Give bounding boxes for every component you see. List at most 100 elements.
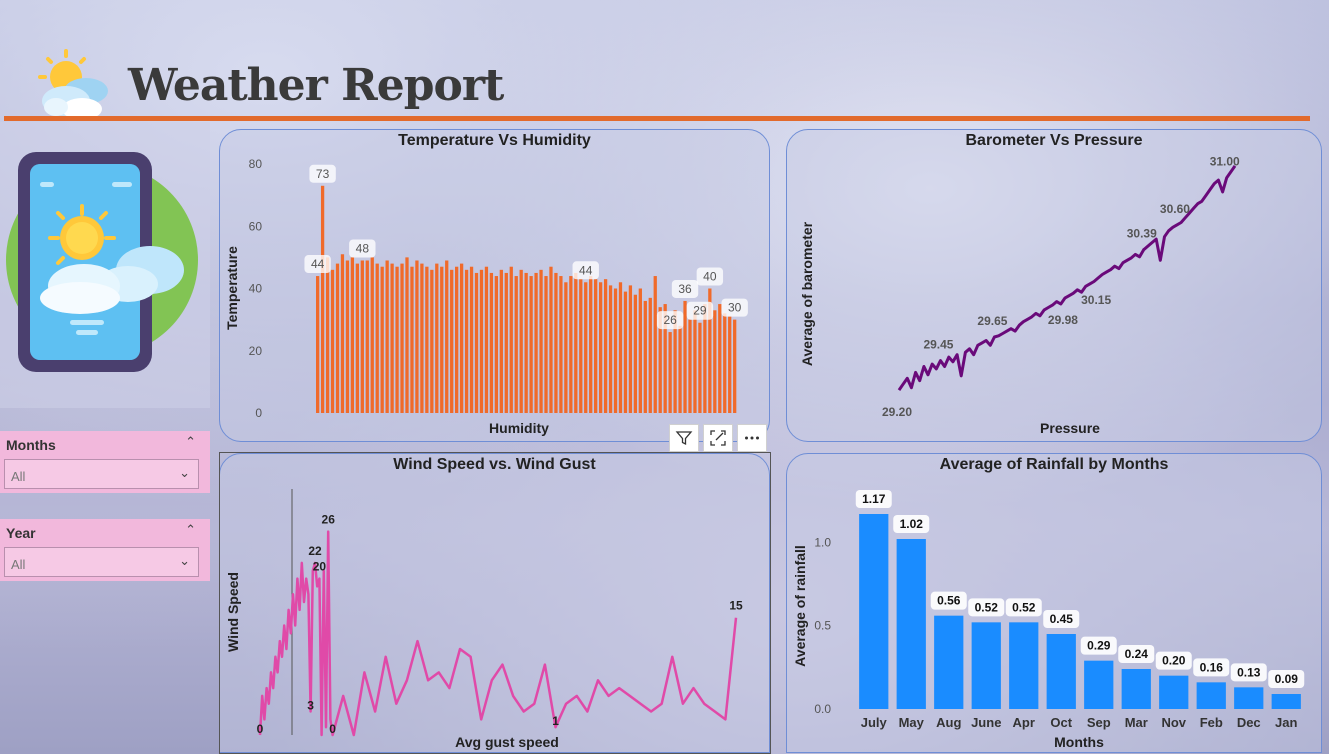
barometer-pressure-card[interactable]: Barometer Vs Pressure 29.20 29.45 29.65 29.…	[786, 129, 1322, 442]
bar	[464, 269, 469, 413]
data-label: 1.02	[900, 517, 924, 531]
bar	[390, 263, 394, 413]
bar	[618, 282, 623, 413]
bar	[574, 272, 578, 413]
bar	[455, 266, 459, 413]
x-tick-label: Sep	[1087, 715, 1111, 730]
bar	[459, 263, 464, 413]
bar	[934, 615, 964, 709]
report-header: Weather Report	[36, 48, 504, 122]
data-label: 29.65	[977, 314, 1007, 328]
bar	[584, 282, 588, 413]
data-label: 44	[579, 263, 593, 277]
bar	[628, 285, 633, 413]
data-label: 0.16	[1200, 660, 1224, 674]
y-axis-label: Temperature	[224, 246, 240, 330]
bar	[410, 266, 414, 413]
chevron-down-icon[interactable]: ⌄	[179, 554, 190, 569]
bar	[316, 276, 320, 413]
bar	[534, 272, 538, 413]
bar	[494, 276, 499, 413]
x-tick-label: July	[861, 715, 888, 730]
y-tick-label: 0.5	[814, 619, 831, 633]
data-label: 0	[257, 722, 264, 736]
x-tick-label: Aug	[936, 715, 961, 730]
bar	[733, 319, 737, 413]
bar	[440, 266, 444, 413]
data-label: 30.60	[1160, 202, 1190, 216]
x-tick-label: June	[971, 715, 1001, 730]
bar	[544, 276, 548, 413]
months-dropdown[interactable]: All ⌄	[4, 459, 199, 489]
bar	[355, 263, 359, 413]
bar	[598, 282, 603, 413]
chevron-up-icon[interactable]: ⌃	[185, 523, 196, 538]
chevron-up-icon[interactable]: ⌃	[185, 435, 196, 450]
rainfall-by-months-card[interactable]: Average of Rainfall by Months 0.0 0.5 1.0 1…	[786, 453, 1322, 753]
temperature-humidity-card[interactable]: Temperature Vs Humidity 0 20 40 60 80 44 73 48 4…	[219, 129, 770, 442]
data-label: 29	[693, 304, 707, 318]
data-label: 0.13	[1237, 665, 1261, 679]
data-label: 31.00	[1210, 155, 1240, 169]
bar	[365, 260, 369, 413]
chevron-down-icon[interactable]: ⌄	[179, 466, 190, 481]
bar	[430, 269, 434, 413]
visual-toolbar	[669, 424, 767, 452]
bar	[589, 276, 593, 413]
bar	[420, 263, 424, 413]
rainfall-by-months-chart[interactable]: 0.0 0.5 1.0 1.17 July 1.02 May 0.56 Aug 0.52 June 0…	[787, 454, 1322, 753]
x-axis-label: Pressure	[1040, 420, 1100, 436]
data-label: 73	[316, 167, 330, 181]
bar	[693, 310, 697, 413]
bar	[698, 322, 702, 413]
y-tick-label: 1.0	[814, 535, 831, 549]
wind-speed-gust-chart[interactable]: 0 3 22 20 26 0 1 15 Avg gust speed Wind Speed	[220, 454, 770, 753]
bar	[1159, 675, 1189, 709]
bar	[603, 279, 608, 413]
bar	[519, 269, 523, 413]
bar	[489, 272, 494, 413]
series-line	[897, 165, 1237, 391]
data-label: 0.45	[1050, 612, 1074, 626]
x-tick-label: Apr	[1013, 715, 1035, 730]
x-tick-label: Dec	[1237, 715, 1261, 730]
bar	[613, 288, 618, 413]
x-tick-label: Feb	[1200, 715, 1223, 730]
bar	[415, 260, 419, 413]
wind-speed-gust-card[interactable]: Wind Speed vs. Wind Gust 0 3 22 20 26 0 1 15 Avg…	[219, 453, 770, 753]
year-dropdown[interactable]: All ⌄	[4, 547, 199, 577]
filter-icon[interactable]	[669, 424, 699, 452]
y-axis-label: Wind Speed	[225, 572, 241, 652]
bar	[1234, 687, 1264, 709]
focus-mode-icon[interactable]	[703, 424, 733, 452]
bar	[524, 272, 528, 413]
year-slicer[interactable]: Year ⌃ All ⌄	[0, 519, 210, 581]
temperature-humidity-chart[interactable]: 020406080447348442636294030HumidityTempe…	[220, 130, 770, 442]
data-label: 20	[313, 560, 327, 574]
bar	[529, 276, 533, 413]
months-slicer[interactable]: Months ⌃ All ⌄	[0, 431, 210, 493]
bar	[479, 269, 484, 413]
data-label: 3	[307, 699, 314, 713]
more-options-icon[interactable]	[737, 424, 767, 452]
y-axis-label: Average of rainfall	[792, 545, 808, 667]
months-slicer-label: Months	[6, 437, 56, 453]
bar	[320, 185, 325, 413]
data-label: 0.52	[1012, 600, 1036, 614]
x-axis-label: Months	[1054, 734, 1104, 750]
bar	[971, 622, 1001, 709]
data-label: 26	[663, 313, 677, 327]
bar	[405, 257, 409, 413]
x-tick-label: May	[899, 715, 925, 730]
phone-weather-icon	[6, 152, 198, 372]
data-label: 30.15	[1081, 293, 1111, 307]
bar	[340, 254, 345, 413]
barometer-pressure-chart[interactable]: 29.20 29.45 29.65 29.9830.15 30.3930.60 31.00…	[787, 130, 1322, 442]
bar	[633, 294, 638, 413]
bar	[559, 276, 563, 413]
bar	[395, 266, 399, 413]
bar	[549, 266, 553, 413]
bar	[1121, 669, 1151, 709]
bar	[564, 282, 568, 413]
bar	[638, 288, 642, 413]
